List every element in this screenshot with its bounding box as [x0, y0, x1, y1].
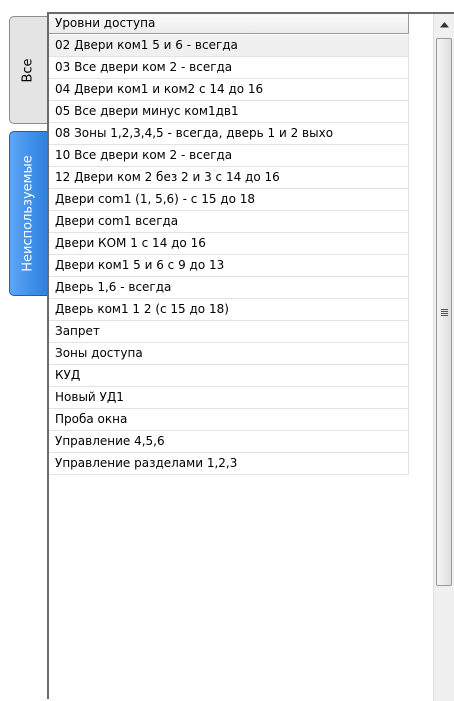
list-item[interactable]: Зоны доступа — [49, 343, 409, 365]
list-item[interactable]: 10 Все двери ком 2 - всегда — [49, 145, 409, 167]
list-item[interactable]: 08 Зоны 1,2,3,4,5 - всегда, дверь 1 и 2 … — [49, 123, 409, 145]
list-item[interactable]: Проба окна — [49, 409, 409, 431]
tab-unused-label: Неиспользуемые — [21, 155, 36, 272]
arrow-up-icon — [440, 22, 449, 28]
list-item[interactable]: 02 Двери ком1 5 и 6 - всегда — [49, 35, 409, 57]
vertical-scrollbar[interactable] — [433, 14, 454, 701]
list-item[interactable]: 03 Все двери ком 2 - всегда — [49, 57, 409, 79]
vertical-tab-strip: Все Неиспользуемые — [0, 0, 47, 699]
tab-unused[interactable]: Неиспользуемые — [9, 131, 47, 296]
list-item[interactable]: Двери КОМ 1 с 14 до 16 — [49, 233, 409, 255]
list-item[interactable]: Новый УД1 — [49, 387, 409, 409]
list-item[interactable]: Управление разделами 1,2,3 — [49, 453, 409, 475]
list-item[interactable]: 12 Двери ком 2 без 2 и 3 с 14 до 16 — [49, 167, 409, 189]
scrollbar-thumb[interactable] — [436, 38, 452, 586]
list-item[interactable]: Двери com1 (1, 5,6) - с 15 до 18 — [49, 189, 409, 211]
list-item[interactable]: 04 Двери ком1 и ком2 с 14 до 16 — [49, 79, 409, 101]
column-header[interactable]: Уровни доступа — [49, 14, 409, 34]
list-item[interactable]: Управление 4,5,6 — [49, 431, 409, 453]
list-item[interactable]: Дверь 1,6 - всегда — [49, 277, 409, 299]
grip-icon — [440, 308, 448, 316]
list-item[interactable]: Двери ком1 5 и 6 с 9 до 13 — [49, 255, 409, 277]
tab-all[interactable]: Все — [9, 16, 47, 124]
list-item[interactable]: Дверь ком1 1 2 (с 15 до 18) — [49, 299, 409, 321]
list-item[interactable]: 05 Все двери минус ком1дв1 — [49, 101, 409, 123]
list-item[interactable]: Двери com1 всегда — [49, 211, 409, 233]
list-item[interactable]: КУД — [49, 365, 409, 387]
tab-all-label: Все — [20, 57, 36, 83]
access-levels-list: Уровни доступа 02 Двери ком1 5 и 6 - все… — [47, 12, 454, 701]
list-rows: 02 Двери ком1 5 и 6 - всегда 03 Все двер… — [49, 35, 409, 475]
scroll-up-button[interactable] — [435, 16, 454, 34]
list-item[interactable]: Запрет — [49, 321, 409, 343]
